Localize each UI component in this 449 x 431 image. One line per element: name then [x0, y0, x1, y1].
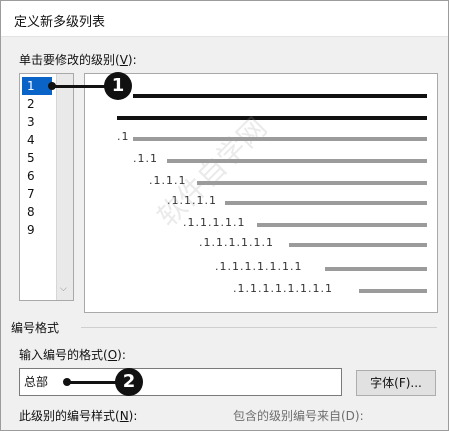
- callout-2-line: [67, 381, 117, 384]
- list-preview: .1 .1.1 .1.1.1 .1.1.1.1 .1.1.1.1.1 .1.1.…: [84, 73, 438, 313]
- callout-2-badge: 2: [115, 368, 143, 396]
- level-item-6[interactable]: 6: [22, 167, 52, 185]
- level-item-7[interactable]: 7: [22, 185, 52, 203]
- preview-bar: [225, 201, 427, 205]
- preview-bar-level-1: [133, 94, 427, 98]
- preview-number: .1.1.1.1.1: [183, 216, 246, 229]
- font-button[interactable]: 字体(F)...: [356, 370, 436, 396]
- preview-bar: [257, 223, 427, 227]
- section-divider: [81, 327, 437, 328]
- level-listbox[interactable]: 1 2 3 4 5 6 7 8 9 ⌵: [19, 73, 74, 301]
- level-scrollbar[interactable]: ⌵: [56, 74, 73, 300]
- preview-bar: [359, 289, 427, 293]
- preview-number: .1.1.1: [149, 174, 187, 187]
- input-format-label: 输入编号的格式(O):: [19, 348, 126, 362]
- preview-number: .1: [117, 130, 130, 143]
- level-item-5[interactable]: 5: [22, 149, 52, 167]
- dialog-title: 定义新多级列表: [14, 15, 106, 30]
- preview-number: .1.1: [133, 152, 158, 165]
- callout-1-line: [53, 85, 105, 88]
- preview-bar: [289, 243, 427, 247]
- title-bar: 定义新多级列表: [1, 1, 448, 37]
- preview-bar: [133, 137, 427, 141]
- preview-number: .1.1.1.1.1.1: [199, 236, 274, 249]
- level-item-3[interactable]: 3: [22, 113, 52, 131]
- preview-bar-level-1-body: [117, 116, 427, 120]
- level-item-8[interactable]: 8: [22, 203, 52, 221]
- chevron-down-icon[interactable]: ⌵: [60, 284, 67, 294]
- level-label: 单击要修改的级别(V):: [19, 53, 137, 67]
- preview-number: .1.1.1.1: [167, 194, 217, 207]
- define-multilevel-list-dialog: 定义新多级列表 单击要修改的级别(V): 1 2 3 4 5 6 7 8 9 ⌵…: [0, 0, 449, 431]
- level-item-9[interactable]: 9: [22, 221, 52, 239]
- preview-bar: [197, 181, 427, 185]
- preview-number: .1.1.1.1.1.1.1.1: [233, 282, 333, 295]
- preview-bar: [167, 159, 427, 163]
- preview-bar: [325, 267, 427, 271]
- preview-number: .1.1.1.1.1.1.1: [215, 260, 303, 273]
- number-style-label: 此级别的编号样式(N):: [19, 409, 138, 423]
- level-item-2[interactable]: 2: [22, 95, 52, 113]
- callout-1-badge: 1: [104, 72, 132, 100]
- level-item-4[interactable]: 4: [22, 131, 52, 149]
- include-level-label: 包含的级别编号来自(D):: [233, 409, 364, 423]
- number-format-section: 编号格式: [11, 321, 60, 335]
